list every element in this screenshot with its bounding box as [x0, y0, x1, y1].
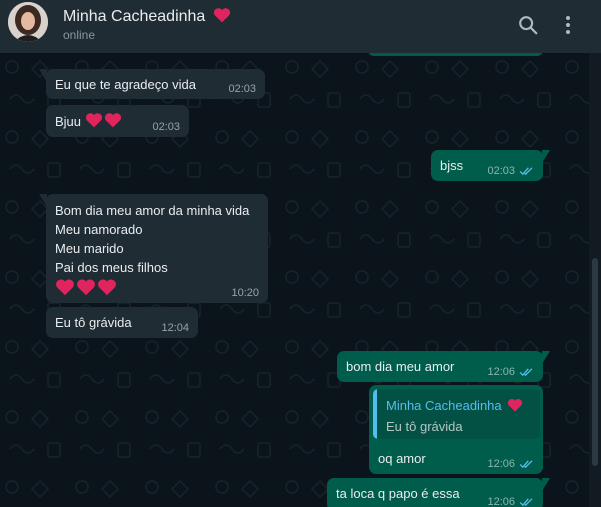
quote-accent-bar	[373, 389, 377, 439]
message-time: 12:04	[161, 322, 189, 334]
heart-emoji-icon	[104, 113, 121, 128]
quoted-message[interactable]: Minha Cacheadinha Eu tô grávida	[373, 389, 540, 439]
message-text: Bjuu	[55, 114, 82, 129]
quoted-author: Minha Cacheadinha	[386, 398, 502, 413]
message-bubble-outgoing-reply[interactable]: Minha Cacheadinha Eu tô grávida oq amor …	[369, 385, 543, 474]
message-meta: 12:06	[487, 458, 534, 470]
message-text: bjss	[440, 158, 464, 173]
message-meta: 12:06	[487, 496, 534, 507]
bubble-tail	[39, 69, 47, 82]
message-time: 12:06	[487, 458, 515, 470]
chat-header[interactable]: Minha Cacheadinha online	[0, 0, 601, 53]
message-bubble-incoming[interactable]: Eu tô grávida 12:04	[46, 307, 198, 338]
message-time: 02:03	[152, 121, 180, 133]
message-text-line: Meu namorado	[55, 222, 143, 237]
contact-name-row[interactable]: Minha Cacheadinha	[63, 7, 232, 26]
message-text: ta loca q papo é essa	[336, 486, 460, 501]
heart-emoji-icon	[508, 398, 523, 412]
bubble-tail	[542, 351, 550, 364]
message-bubble-partial[interactable]	[368, 53, 543, 56]
heart-emoji-icon	[98, 279, 116, 296]
message-time: 12:06	[487, 496, 515, 507]
message-meta: 12:06	[487, 366, 534, 378]
message-meta: 02:03	[487, 165, 534, 177]
chat-scrollbar[interactable]	[589, 53, 601, 507]
message-time: 02:03	[487, 165, 515, 177]
message-time: 10:20	[231, 287, 259, 299]
message-text: oq amor	[378, 451, 426, 466]
contact-status: online	[63, 28, 96, 42]
message-text-line: Bom dia meu amor da minha vida	[55, 203, 250, 218]
chat-area[interactable]: Eu que te agradeço vida 02:03 Bjuu 02:03…	[0, 53, 589, 507]
read-ticks-icon	[519, 460, 533, 469]
heart-emoji-icon	[213, 8, 230, 23]
message-text: Eu tô grávida	[55, 315, 132, 330]
bubble-tail	[542, 478, 550, 491]
menu-dots-icon[interactable]	[558, 14, 578, 41]
quoted-text: Eu tô grávida	[386, 419, 463, 434]
bubble-tail	[39, 194, 47, 207]
message-text-line: Meu marido	[55, 241, 124, 256]
read-ticks-icon	[519, 167, 533, 176]
quoted-author-row: Minha Cacheadinha	[386, 396, 524, 415]
message-time: 02:03	[228, 83, 256, 95]
message-text: bom dia meu amor	[346, 359, 455, 374]
search-icon[interactable]	[517, 14, 539, 41]
message-text-line: Pai dos meus filhos	[55, 260, 168, 275]
heart-emoji-icon	[77, 279, 95, 296]
message-bubble-incoming[interactable]: Bjuu 02:03	[46, 105, 189, 137]
message-bubble-outgoing[interactable]: bom dia meu amor 12:06	[337, 351, 550, 382]
heart-emoji-row	[55, 278, 249, 299]
message-bubble-outgoing[interactable]: ta loca q papo é essa 12:06	[327, 478, 550, 507]
bubble-tail	[542, 150, 550, 163]
contact-avatar[interactable]	[8, 2, 48, 42]
contact-name: Minha Cacheadinha	[63, 8, 206, 25]
message-bubble-incoming[interactable]: Eu que te agradeço vida 02:03	[39, 69, 265, 99]
scrollbar-thumb[interactable]	[592, 258, 598, 466]
heart-emoji-icon	[85, 113, 102, 128]
heart-emoji-icon	[56, 279, 74, 296]
read-ticks-icon	[519, 498, 533, 507]
message-bubble-incoming[interactable]: Bom dia meu amor da minha vida Meu namor…	[39, 194, 268, 303]
message-time: 12:06	[487, 366, 515, 378]
read-ticks-icon	[519, 368, 533, 377]
message-bubble-outgoing[interactable]: bjss 02:03	[431, 150, 550, 181]
message-text: Eu que te agradeço vida	[55, 77, 196, 92]
